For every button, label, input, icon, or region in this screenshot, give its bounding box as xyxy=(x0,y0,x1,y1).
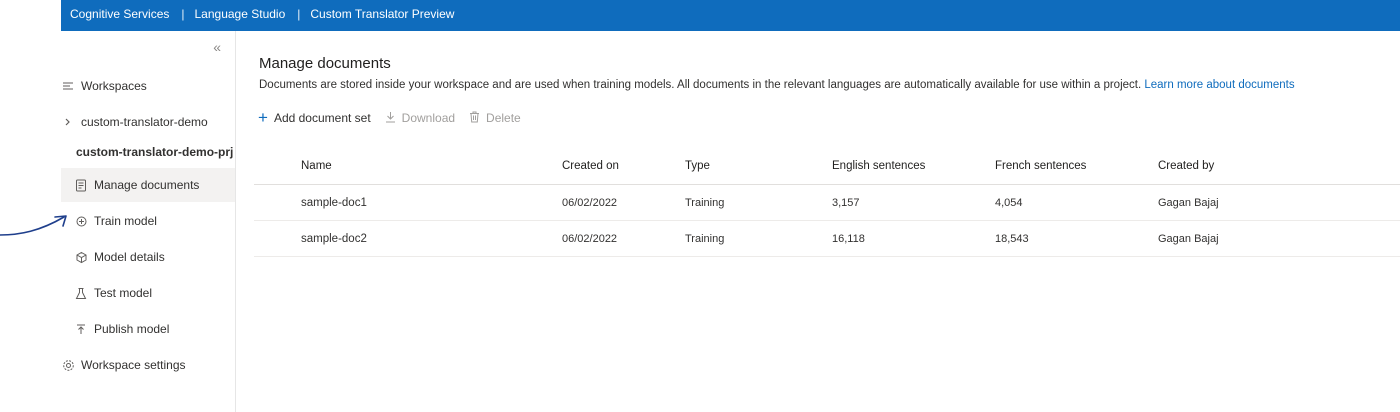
page-description: Documents are stored inside your workspa… xyxy=(259,79,1295,91)
sidebar-item-publish-model[interactable]: Publish model xyxy=(61,312,235,346)
cell-name: sample-doc1 xyxy=(301,196,367,209)
train-icon xyxy=(74,214,88,228)
cube-icon xyxy=(74,250,88,264)
sidebar-item-manage-documents[interactable]: Manage documents xyxy=(61,168,235,202)
description-text: Documents are stored inside your workspa… xyxy=(259,79,1142,91)
table-row[interactable]: sample-doc1 06/02/2022 Training 3,157 4,… xyxy=(254,185,1400,221)
crumb-custom-translator[interactable]: Custom Translator Preview xyxy=(310,7,454,21)
sidebar-item-model-details[interactable]: Model details xyxy=(61,240,235,274)
cell-created-by: Gagan Bajaj xyxy=(1158,232,1219,245)
trash-icon xyxy=(469,110,480,126)
publish-icon xyxy=(74,322,88,336)
toolbar: + Add document set Download Delete xyxy=(258,108,535,128)
download-label: Download xyxy=(401,111,456,125)
top-bar: Cognitive Services | Language Studio | C… xyxy=(61,0,1400,31)
page-title: Manage documents xyxy=(259,55,391,72)
sidebar-item-workspace[interactable]: custom-translator-demo xyxy=(61,105,235,139)
cell-english-sentences: 16,118 xyxy=(832,232,865,245)
crumb-separator: | xyxy=(297,6,301,21)
annotation-arrow-icon xyxy=(0,215,67,236)
crumb-separator: | xyxy=(181,6,185,21)
documents-table: Name Created on Type English sentences F… xyxy=(254,148,1400,257)
delete-label: Delete xyxy=(486,111,521,125)
sidebar: « Workspaces custom-translator-demo cust… xyxy=(61,31,236,412)
cell-french-sentences: 4,054 xyxy=(995,196,1023,209)
sidebar-item-label: custom-translator-demo-prj xyxy=(76,145,234,159)
sidebar-item-label: custom-translator-demo xyxy=(81,115,208,129)
collapse-sidebar-icon[interactable]: « xyxy=(213,39,221,55)
column-header-english-sentences[interactable]: English sentences xyxy=(832,148,925,184)
breadcrumb: Cognitive Services | Language Studio | C… xyxy=(70,0,454,27)
cell-created-on: 06/02/2022 xyxy=(562,232,618,245)
learn-more-link[interactable]: Learn more about documents xyxy=(1144,79,1294,91)
column-header-french-sentences[interactable]: French sentences xyxy=(995,148,1086,184)
delete-button[interactable]: Delete xyxy=(469,110,521,126)
main-content: Manage documents Documents are stored in… xyxy=(236,31,1400,412)
sidebar-item-label: Manage documents xyxy=(94,178,200,192)
cell-type: Training xyxy=(685,196,725,209)
sidebar-item-label: Workspaces xyxy=(81,79,147,93)
document-icon xyxy=(74,178,88,192)
column-header-name[interactable]: Name xyxy=(301,148,332,184)
column-header-created-on[interactable]: Created on xyxy=(562,148,619,184)
sidebar-item-test-model[interactable]: Test model xyxy=(61,276,235,310)
add-document-set-label: Add document set xyxy=(273,111,371,125)
sidebar-item-label: Workspace settings xyxy=(81,358,186,372)
sidebar-item-label: Test model xyxy=(94,286,153,300)
sidebar-item-train-model[interactable]: Train model xyxy=(61,204,235,238)
cell-type: Training xyxy=(685,232,725,245)
cell-french-sentences: 18,543 xyxy=(995,232,1029,245)
add-document-set-button[interactable]: + Add document set xyxy=(258,108,371,128)
table-row[interactable]: sample-doc2 06/02/2022 Training 16,118 1… xyxy=(254,221,1400,257)
column-header-created-by[interactable]: Created by xyxy=(1158,148,1214,184)
sidebar-item-project[interactable]: custom-translator-demo-prj xyxy=(61,135,235,169)
sidebar-item-label: Publish model xyxy=(94,322,170,336)
cell-created-on: 06/02/2022 xyxy=(562,196,618,209)
flask-icon xyxy=(74,286,88,300)
sidebar-item-workspaces[interactable]: Workspaces xyxy=(61,69,235,103)
list-icon xyxy=(61,79,75,93)
cell-name: sample-doc2 xyxy=(301,232,367,245)
download-icon xyxy=(385,110,396,126)
column-header-type[interactable]: Type xyxy=(685,148,710,184)
download-button[interactable]: Download xyxy=(385,110,455,126)
sidebar-item-workspace-settings[interactable]: Workspace settings xyxy=(61,348,235,382)
settings-icon xyxy=(61,358,75,372)
crumb-cognitive-services[interactable]: Cognitive Services xyxy=(70,7,169,21)
cell-created-by: Gagan Bajaj xyxy=(1158,196,1219,209)
sidebar-item-label: Train model xyxy=(94,214,157,228)
sidebar-item-label: Model details xyxy=(94,250,165,264)
chevron-icon xyxy=(61,115,75,129)
table-header-row: Name Created on Type English sentences F… xyxy=(254,148,1400,185)
cell-english-sentences: 3,157 xyxy=(832,196,860,209)
plus-icon: + xyxy=(258,108,268,127)
crumb-language-studio[interactable]: Language Studio xyxy=(195,7,286,21)
